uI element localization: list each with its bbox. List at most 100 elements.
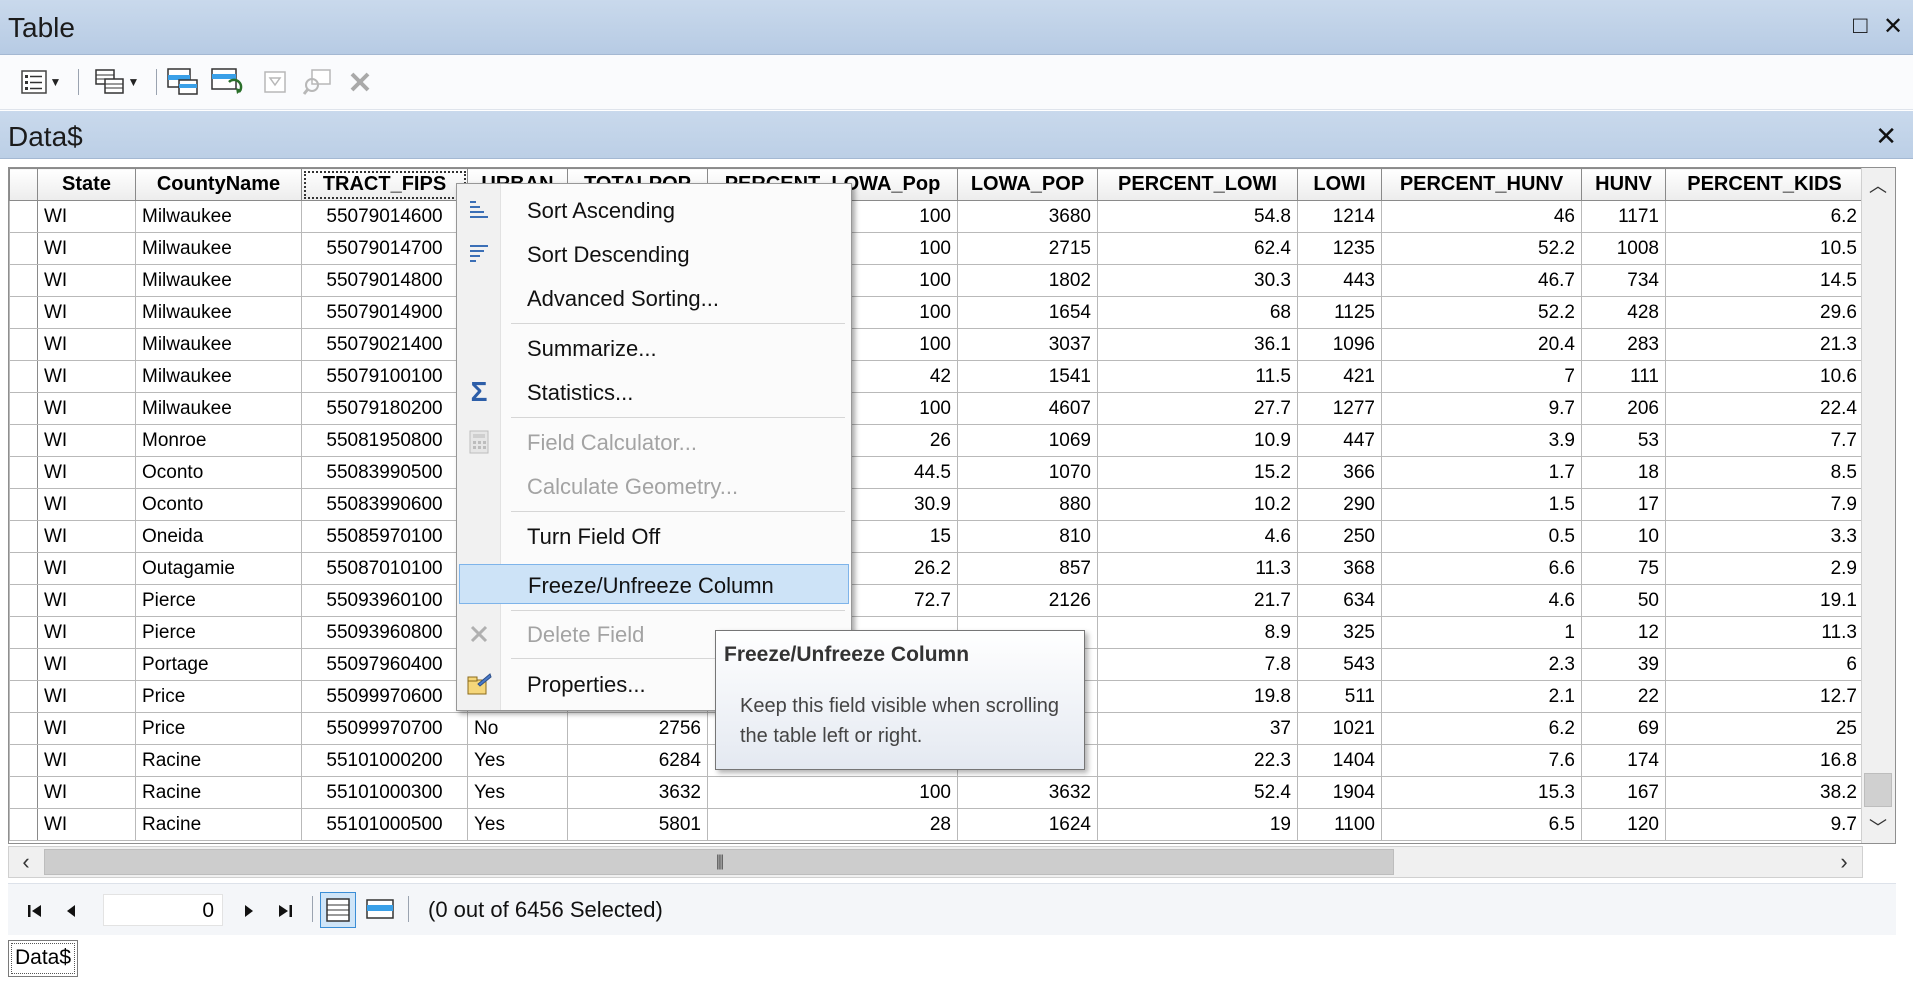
- table-cell[interactable]: 2126: [957, 584, 1098, 617]
- table-cell[interactable]: 8.9: [1097, 616, 1298, 649]
- table-cell[interactable]: Pierce: [135, 584, 302, 617]
- table-cell[interactable]: 2.3: [1381, 648, 1582, 681]
- row-selector[interactable]: [9, 392, 38, 425]
- row-selector[interactable]: [9, 328, 38, 361]
- table-row[interactable]: WI Milwaukee 55079014600 100 3680 54.8 1214 46 1…: [9, 200, 1877, 233]
- chevron-left-icon[interactable]: ‹: [11, 847, 41, 877]
- table-cell[interactable]: 1541: [957, 360, 1098, 393]
- column-header-tract-fips[interactable]: TRACT_FIPS: [301, 168, 468, 201]
- horizontal-scrollbar[interactable]: ‹ ||| ›: [8, 846, 1863, 878]
- row-selector[interactable]: [9, 488, 38, 521]
- table-cell[interactable]: 55101000300: [301, 776, 468, 809]
- table-cell[interactable]: 1008: [1581, 232, 1666, 265]
- menu-item-turn-field-off[interactable]: Turn Field Off: [459, 516, 849, 556]
- table-cell[interactable]: 1: [1381, 616, 1582, 649]
- table-cell[interactable]: 283: [1581, 328, 1666, 361]
- row-selector[interactable]: [9, 232, 38, 265]
- column-header-percent-kids[interactable]: PERCENT_KIDS: [1665, 168, 1864, 201]
- table-cell[interactable]: 250: [1297, 520, 1382, 553]
- table-cell[interactable]: 39: [1581, 648, 1666, 681]
- row-selector[interactable]: [9, 680, 38, 713]
- table-row[interactable]: WI Racine 55101000500 Yes 5801 28 1624 19 1100 6.…: [9, 808, 1877, 841]
- menu-item-sort-descending[interactable]: Sort Descending: [459, 234, 849, 274]
- table-cell[interactable]: 55085970100: [301, 520, 468, 553]
- table-cell[interactable]: 325: [1297, 616, 1382, 649]
- table-cell[interactable]: 22: [1581, 680, 1666, 713]
- table-cell[interactable]: 38.2: [1665, 776, 1864, 809]
- table-cell[interactable]: 15.2: [1097, 456, 1298, 489]
- table-cell[interactable]: Racine: [135, 808, 302, 841]
- table-row[interactable]: WI Milwaukee 55079180200 100 4607 27.7 1277 9.7…: [9, 392, 1877, 425]
- table-cell[interactable]: 2.1: [1381, 680, 1582, 713]
- table-cell[interactable]: 10: [1581, 520, 1666, 553]
- table-cell[interactable]: 14.5: [1665, 264, 1864, 297]
- table-cell[interactable]: 3680: [957, 200, 1098, 233]
- table-cell[interactable]: 55101000500: [301, 808, 468, 841]
- table-cell[interactable]: 1100: [1297, 808, 1382, 841]
- zoom-to-selected-button[interactable]: [300, 67, 334, 97]
- table-cell[interactable]: Oneida: [135, 520, 302, 553]
- row-selector[interactable]: [9, 552, 38, 585]
- table-cell[interactable]: 443: [1297, 264, 1382, 297]
- table-cell[interactable]: WI: [37, 264, 136, 297]
- table-cell[interactable]: 36.1: [1097, 328, 1298, 361]
- table-cell[interactable]: 17: [1581, 488, 1666, 521]
- table-cell[interactable]: 174: [1581, 744, 1666, 777]
- table-cell[interactable]: 1904: [1297, 776, 1382, 809]
- table-cell[interactable]: 28: [707, 808, 958, 841]
- table-cell[interactable]: 3.3: [1665, 520, 1864, 553]
- table-cell[interactable]: 543: [1297, 648, 1382, 681]
- table-cell[interactable]: Portage: [135, 648, 302, 681]
- chevron-right-icon[interactable]: ›: [1829, 847, 1859, 877]
- table-cell[interactable]: WI: [37, 360, 136, 393]
- table-cell[interactable]: Milwaukee: [135, 328, 302, 361]
- table-cell[interactable]: 6.2: [1381, 712, 1582, 745]
- table-cell[interactable]: 1624: [957, 808, 1098, 841]
- table-cell[interactable]: 1277: [1297, 392, 1382, 425]
- table-cell[interactable]: 4.6: [1381, 584, 1582, 617]
- table-cell[interactable]: WI: [37, 232, 136, 265]
- table-cell[interactable]: 3632: [567, 776, 708, 809]
- table-cell[interactable]: 1654: [957, 296, 1098, 329]
- table-cell[interactable]: WI: [37, 648, 136, 681]
- table-cell[interactable]: 11.3: [1665, 616, 1864, 649]
- table-cell[interactable]: 2715: [957, 232, 1098, 265]
- table-options-button[interactable]: ▼: [12, 67, 70, 97]
- table-cell[interactable]: 55079180200: [301, 392, 468, 425]
- table-cell[interactable]: 511: [1297, 680, 1382, 713]
- table-cell[interactable]: WI: [37, 392, 136, 425]
- table-row[interactable]: WI Monroe 55081950800 26 1069 10.9 447 3.9 53 7.7: [9, 424, 1877, 457]
- table-cell[interactable]: 3037: [957, 328, 1098, 361]
- table-cell[interactable]: Price: [135, 712, 302, 745]
- table-cell[interactable]: Outagamie: [135, 552, 302, 585]
- table-cell[interactable]: 428: [1581, 296, 1666, 329]
- table-cell[interactable]: Yes: [467, 776, 568, 809]
- column-header-countyname[interactable]: CountyName: [135, 168, 302, 201]
- table-cell[interactable]: 55093960100: [301, 584, 468, 617]
- table-cell[interactable]: 9.7: [1665, 808, 1864, 841]
- table-cell[interactable]: 69: [1581, 712, 1666, 745]
- table-cell[interactable]: 50: [1581, 584, 1666, 617]
- table-cell[interactable]: 16.8: [1665, 744, 1864, 777]
- related-tables-button[interactable]: ▼: [88, 67, 146, 97]
- table-row[interactable]: WI Milwaukee 55079100100 42 1541 11.5 421 7 111 1…: [9, 360, 1877, 393]
- table-cell[interactable]: 880: [957, 488, 1098, 521]
- table-cell[interactable]: 55079021400: [301, 328, 468, 361]
- table-cell[interactable]: 7.7: [1665, 424, 1864, 457]
- table-cell[interactable]: 6: [1665, 648, 1864, 681]
- table-cell[interactable]: Price: [135, 680, 302, 713]
- table-cell[interactable]: 15.3: [1381, 776, 1582, 809]
- table-cell[interactable]: 55099970700: [301, 712, 468, 745]
- table-cell[interactable]: 55079014900: [301, 296, 468, 329]
- table-cell[interactable]: 55081950800: [301, 424, 468, 457]
- table-cell[interactable]: 55079014700: [301, 232, 468, 265]
- table-cell[interactable]: 19.1: [1665, 584, 1864, 617]
- table-cell[interactable]: 1.5: [1381, 488, 1582, 521]
- table-cell[interactable]: Yes: [467, 808, 568, 841]
- table-cell[interactable]: 6.5: [1381, 808, 1582, 841]
- table-cell[interactable]: 52.2: [1381, 296, 1582, 329]
- table-cell[interactable]: 6284: [567, 744, 708, 777]
- table-cell[interactable]: 12.7: [1665, 680, 1864, 713]
- menu-item-summarize[interactable]: Summarize...: [459, 328, 849, 368]
- show-all-records-button[interactable]: [320, 892, 356, 928]
